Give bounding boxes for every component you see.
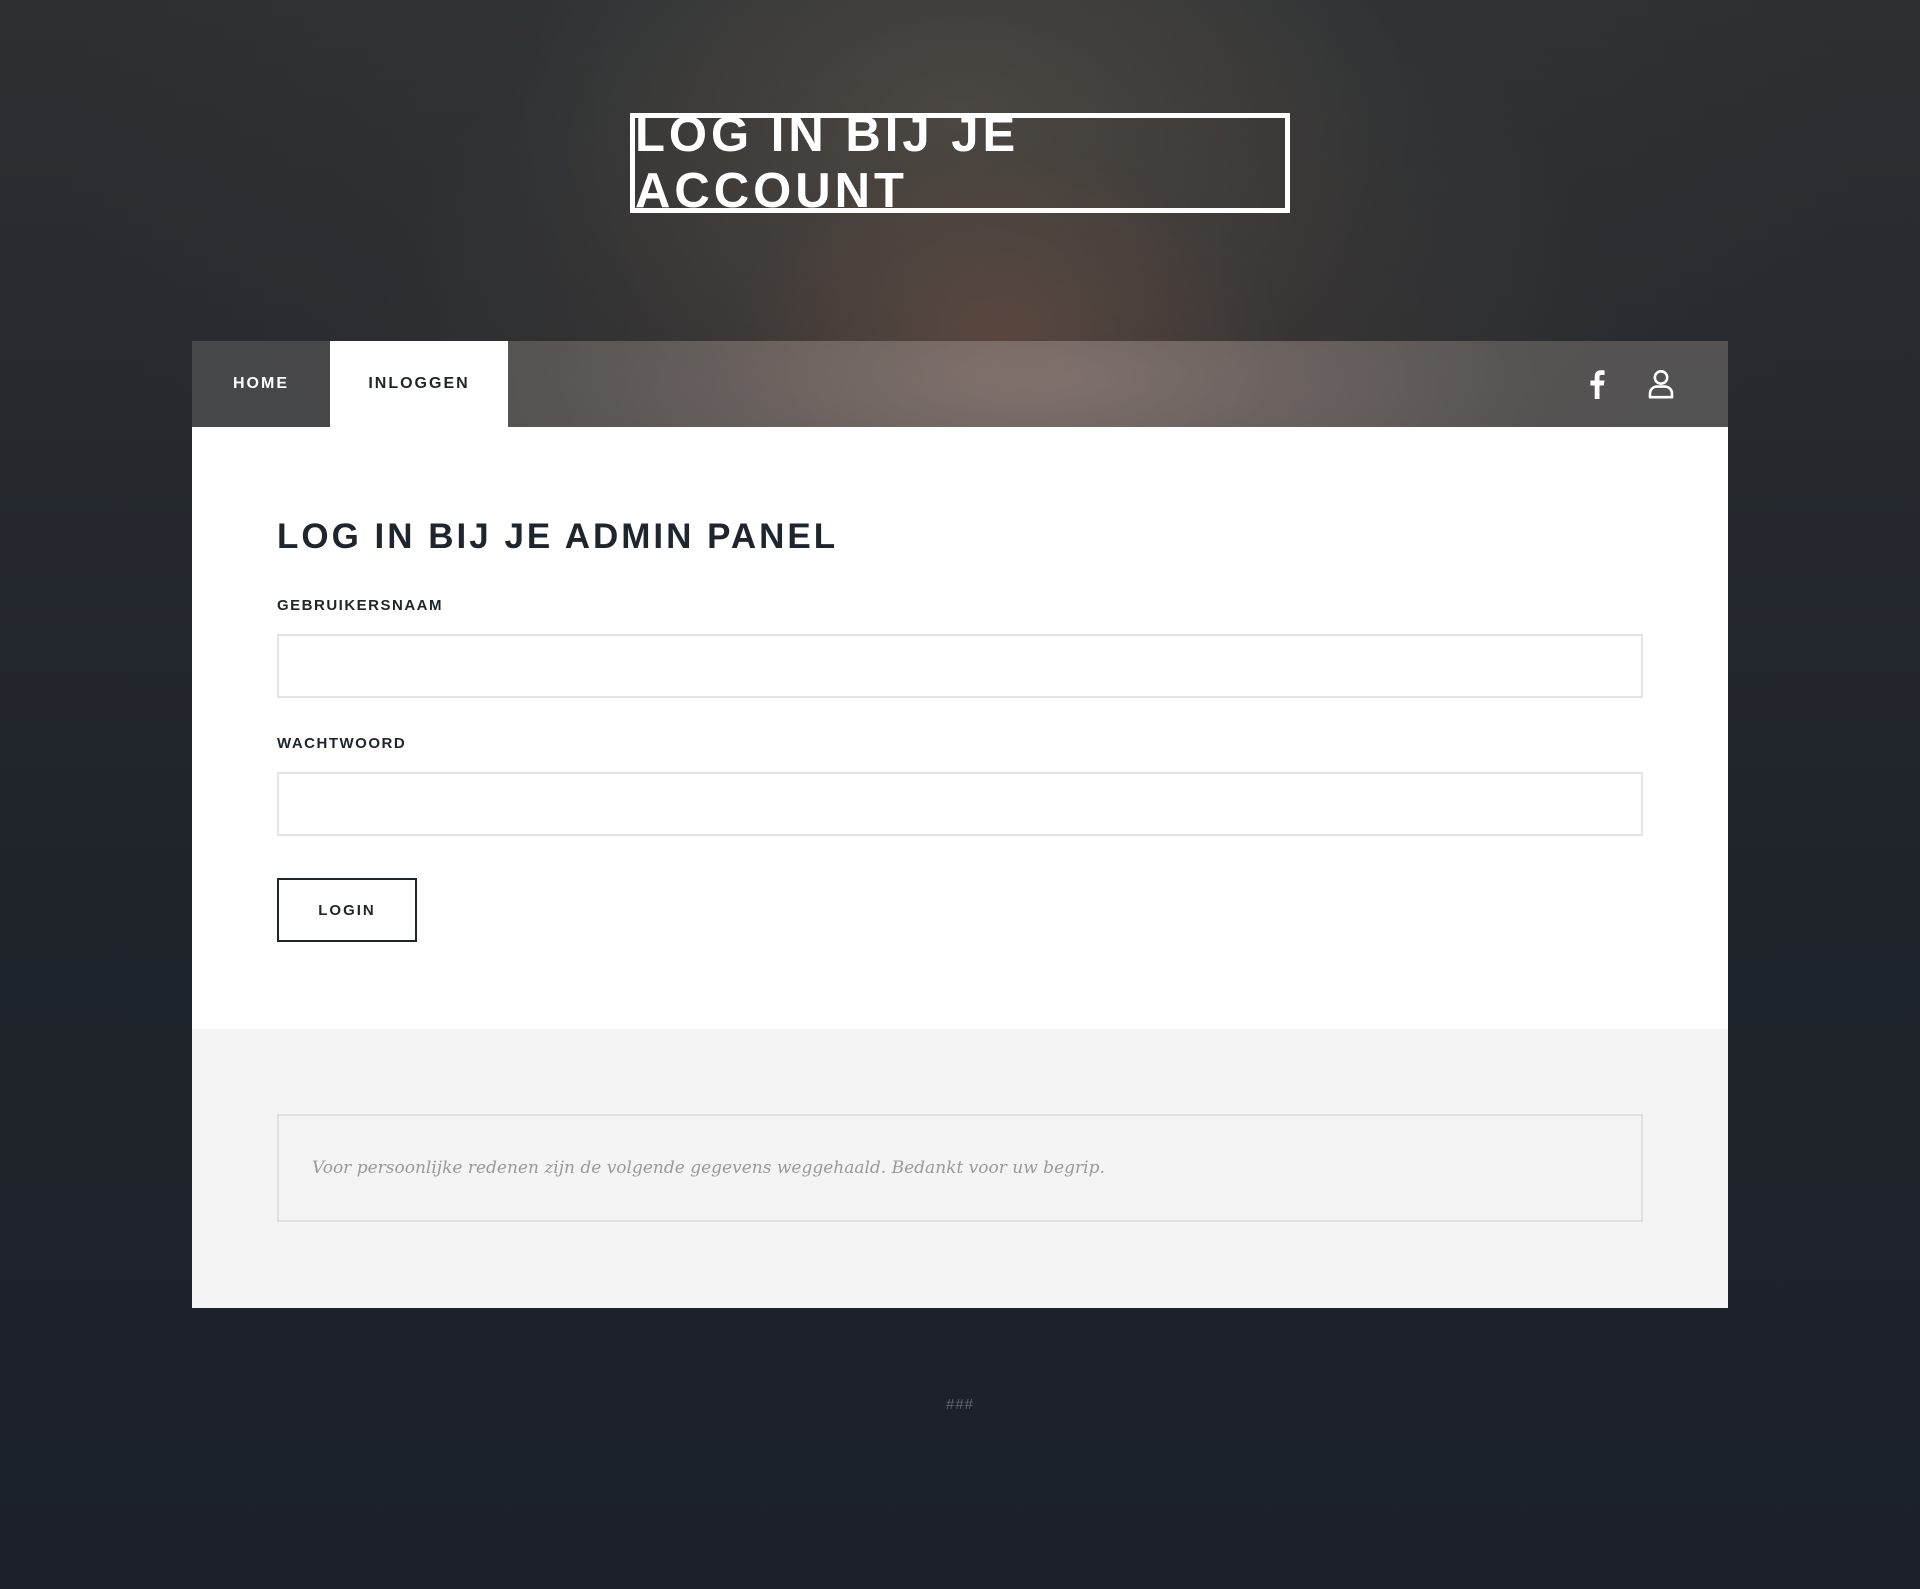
nav-tab-inloggen[interactable]: INLOGGEN <box>330 341 508 427</box>
notice-text: Voor persoonlijke redenen zijn de volgen… <box>312 1158 1105 1178</box>
password-input[interactable] <box>277 772 1643 836</box>
form-heading: LOG IN BIJ JE ADMIN PANEL <box>277 517 839 556</box>
navbar: HOME INLOGGEN <box>192 341 1728 427</box>
notice-section: Voor persoonlijke redenen zijn de volgen… <box>192 1029 1728 1308</box>
nav-tab-home[interactable]: HOME <box>192 341 330 427</box>
notice-box: Voor persoonlijke redenen zijn de volgen… <box>277 1114 1643 1222</box>
page-title: LOG IN BIJ JE ACCOUNT <box>630 108 1290 218</box>
footer-text: ### <box>945 1396 975 1413</box>
password-label: WACHTWOORD <box>277 735 407 752</box>
main-panel: HOME INLOGGEN LOG IN BIJ JE ADMIN PANEL … <box>192 341 1728 1308</box>
user-icon[interactable] <box>1641 364 1681 404</box>
username-label: GEBRUIKERSNAAM <box>277 597 444 614</box>
username-input[interactable] <box>277 634 1643 698</box>
facebook-icon[interactable] <box>1577 364 1617 404</box>
login-form-section: LOG IN BIJ JE ADMIN PANEL GEBRUIKERSNAAM… <box>192 427 1728 1029</box>
login-button[interactable]: LOGIN <box>277 878 417 942</box>
